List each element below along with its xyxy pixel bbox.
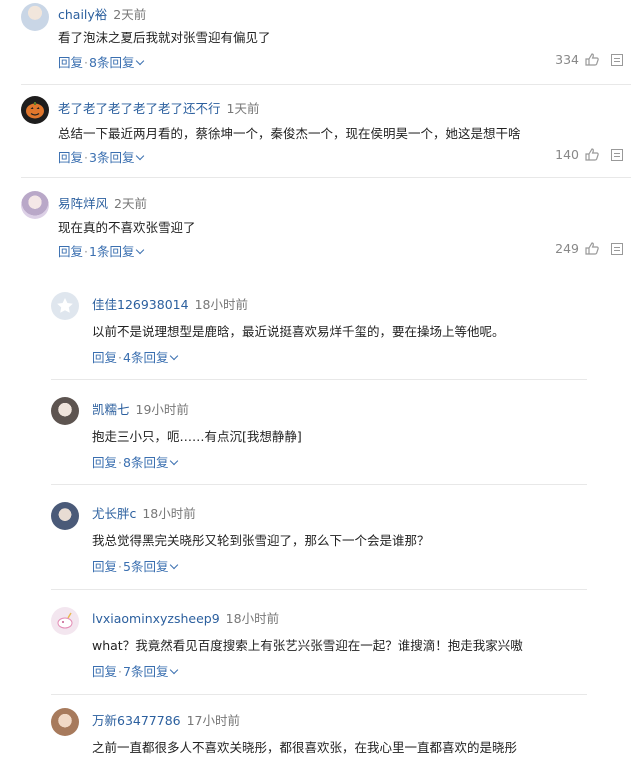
- view-replies-button[interactable]: 5条回复: [123, 559, 168, 574]
- thumbs-up-icon[interactable]: [585, 242, 599, 255]
- comment-item: 易阵烊风 2天前 现在真的不喜欢张雪迎了 回复·1条回复 249: [0, 184, 631, 274]
- default-star-avatar-icon[interactable]: [51, 292, 79, 320]
- comment-item: 老了老了老了老了老了还不行 1天前 总结一下最近两月看的，蔡徐坤一个，秦俊杰一个…: [0, 90, 631, 180]
- reply-button[interactable]: 回复: [92, 350, 117, 365]
- reply-text: 我总觉得黑完关晓彤又轮到张雪迎了，那么下一个会是谁那？: [92, 533, 430, 548]
- reply-button[interactable]: 回复: [92, 664, 117, 679]
- avatar-photo-icon[interactable]: [51, 708, 79, 736]
- reply-item: 凯糯七 19小时前 抱走三小只，呃……有点沉[我想静静] 回复·8条回复: [0, 389, 631, 489]
- comment-text: 总结一下最近两月看的，蔡徐坤一个，秦俊杰一个，现在侯明昊一个，她这是想干啥: [58, 126, 521, 141]
- reply-username[interactable]: 万新63477786: [92, 713, 181, 728]
- reply-divider: [51, 484, 587, 485]
- avatar-photo-icon[interactable]: [51, 502, 79, 530]
- pumpkin-avatar-icon[interactable]: [21, 96, 49, 124]
- reply-divider: [51, 589, 587, 590]
- comment-text: 看了泡沫之夏后我就对张雪迎有偏见了: [58, 30, 271, 45]
- comment-time: 1天前: [226, 101, 260, 116]
- comment-divider: [21, 84, 631, 85]
- comment-time: 2天前: [114, 196, 147, 211]
- reply-text: 抱走三小只，呃……有点沉[我想静静]: [92, 429, 302, 444]
- reply-item: 佳佳126938014 18小时前 以前不是说理想型是鹿晗，最近说挺喜欢易烊千玺…: [0, 284, 631, 384]
- avatar-photo-icon[interactable]: [21, 3, 49, 31]
- reply-button[interactable]: 回复: [58, 150, 83, 165]
- comment-username[interactable]: 易阵烊风: [58, 196, 108, 211]
- reply-divider: [51, 379, 587, 380]
- comment-text: 现在真的不喜欢张雪迎了: [58, 220, 196, 235]
- reply-time: 18小时前: [194, 297, 248, 312]
- reply-time: 18小时前: [142, 506, 196, 521]
- report-icon[interactable]: [611, 149, 623, 161]
- view-replies-button[interactable]: 4条回复: [123, 350, 168, 365]
- reply-item: 万新63477786 17小时前 之前一直都很多人不喜欢关晓彤，都很喜欢张，在我…: [0, 704, 631, 761]
- like-count: 140: [555, 147, 580, 162]
- reply-button[interactable]: 回复: [58, 244, 83, 259]
- report-icon[interactable]: [611, 243, 623, 255]
- unicorn-avatar-icon[interactable]: [51, 607, 79, 635]
- view-replies-button[interactable]: 8条回复: [123, 455, 168, 470]
- thumbs-up-icon[interactable]: [585, 148, 599, 161]
- view-replies-button[interactable]: 7条回复: [123, 664, 168, 679]
- reply-text: what？我竟然看见百度搜索上有张艺兴张雪迎在一起？谁搜滴！抱走我家兴嗷: [92, 638, 523, 653]
- report-icon[interactable]: [611, 54, 623, 66]
- avatar-photo-icon[interactable]: [21, 191, 49, 219]
- reply-username[interactable]: 尤长胖c: [92, 506, 136, 521]
- chevron-down-icon[interactable]: [170, 560, 179, 570]
- reply-divider: [51, 694, 587, 695]
- reply-time: 19小时前: [135, 402, 189, 417]
- reply-button[interactable]: 回复: [58, 55, 83, 70]
- view-replies-button[interactable]: 1条回复: [89, 244, 134, 259]
- reply-item: lvxiaominxyzsheep9 18小时前 what？我竟然看见百度搜索上…: [0, 599, 631, 699]
- chevron-down-icon[interactable]: [170, 351, 179, 361]
- chevron-down-icon[interactable]: [170, 456, 179, 466]
- reply-time: 17小时前: [186, 713, 241, 728]
- reply-button[interactable]: 回复: [92, 559, 117, 574]
- comment-item: chaily裕 2天前 看了泡沫之夏后我就对张雪迎有偏见了 回复·8条回复 33…: [0, 0, 631, 85]
- reply-button[interactable]: 回复: [92, 455, 117, 470]
- comment-username[interactable]: 老了老了老了老了老了还不行: [58, 101, 221, 116]
- chevron-down-icon[interactable]: [170, 665, 179, 675]
- comment-divider: [21, 177, 631, 178]
- comment-time: 2天前: [113, 7, 147, 22]
- chevron-down-icon[interactable]: [136, 151, 145, 161]
- reply-text: 之前一直都很多人不喜欢关晓彤，都很喜欢张，在我心里一直都喜欢的是晓彤: [92, 740, 518, 755]
- chevron-down-icon[interactable]: [136, 245, 145, 255]
- thumbs-up-icon[interactable]: [585, 53, 599, 66]
- like-count: 334: [555, 52, 580, 67]
- chevron-down-icon[interactable]: [136, 56, 145, 66]
- avatar-photo-icon[interactable]: [51, 397, 79, 425]
- like-count: 249: [555, 241, 580, 256]
- reply-username[interactable]: 凯糯七: [92, 402, 130, 417]
- reply-username[interactable]: lvxiaominxyzsheep9: [92, 611, 220, 626]
- view-replies-button[interactable]: 3条回复: [89, 150, 134, 165]
- reply-time: 18小时前: [225, 611, 280, 626]
- reply-text: 以前不是说理想型是鹿晗，最近说挺喜欢易烊千玺的，要在操场上等他呢。: [92, 324, 505, 339]
- comment-username[interactable]: chaily裕: [58, 7, 107, 22]
- view-replies-button[interactable]: 8条回复: [89, 55, 134, 70]
- reply-username[interactable]: 佳佳126938014: [92, 297, 189, 312]
- reply-item: 尤长胖c 18小时前 我总觉得黑完关晓彤又轮到张雪迎了，那么下一个会是谁那？ 回…: [0, 494, 631, 594]
